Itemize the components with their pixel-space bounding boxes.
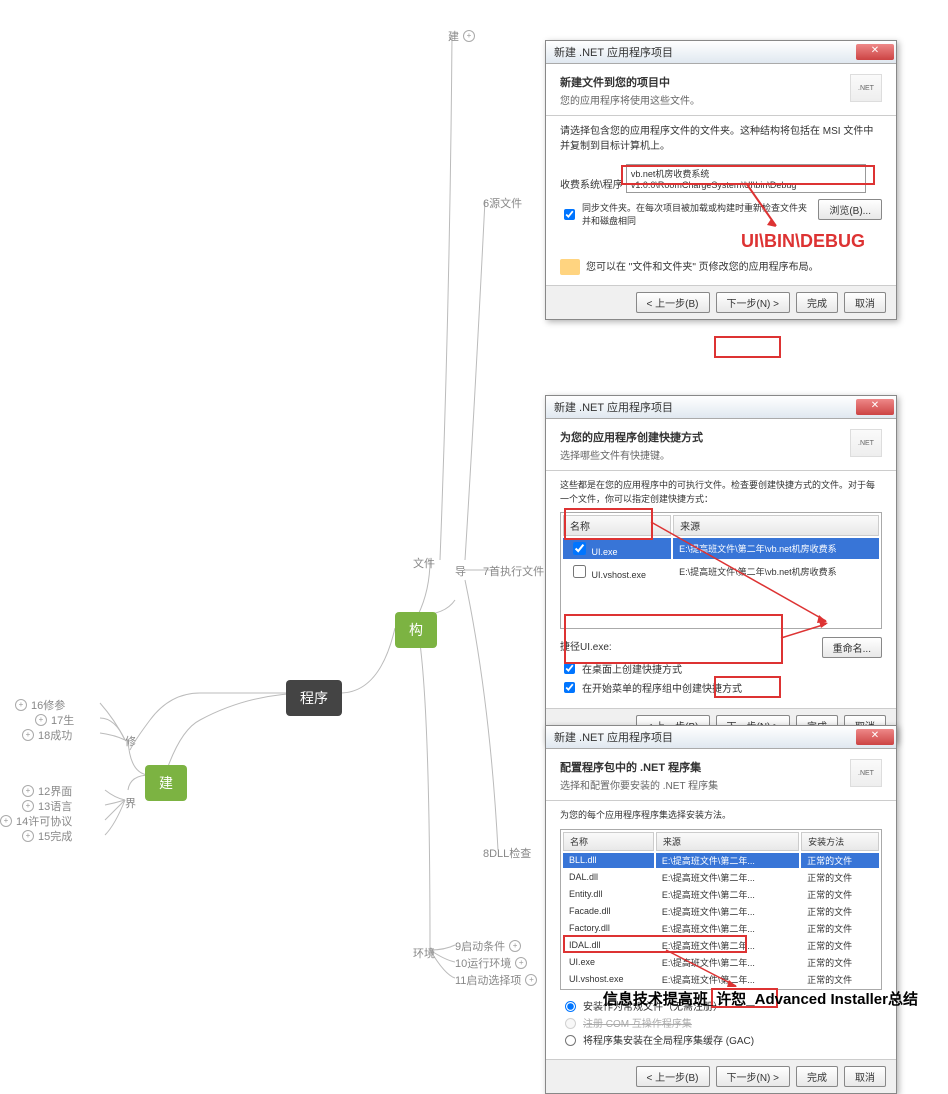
table-row[interactable]: UI.exeE:\提高班文件\第二年\vb.net机房收费系	[563, 538, 879, 559]
top-jian: 建	[448, 28, 459, 44]
n17: 17生	[51, 712, 74, 728]
dialog-3: 新建 .NET 应用程序项目✕ 配置程序包中的 .NET 程序集选择和配置你要安…	[545, 725, 897, 1094]
table-row[interactable]: UI.vshost.exeE:\提高班文件\第二年...正常的文件	[563, 972, 879, 987]
n11: 11启动选择项	[455, 972, 521, 988]
table-row[interactable]: DAL.dllE:\提高班文件\第二年...正常的文件	[563, 870, 879, 885]
opt-normal[interactable]	[565, 1001, 576, 1012]
table-row[interactable]: UI.vshost.exeE:\提高班文件\第二年\vb.net机房收费系	[563, 561, 879, 582]
cancel-button[interactable]: 取消	[844, 292, 886, 313]
n10: 10运行环境	[455, 955, 511, 971]
next-button[interactable]: 下一步(N) >	[716, 292, 791, 313]
gou-node[interactable]: 构	[395, 612, 437, 648]
browse-button[interactable]: 浏览(B)...	[818, 199, 882, 220]
close-icon[interactable]: ✕	[856, 399, 894, 415]
folder-icon	[560, 259, 580, 275]
desktop-shortcut[interactable]	[564, 663, 575, 674]
table-row[interactable]: UI.exeE:\提高班文件\第二年...正常的文件	[563, 955, 879, 970]
n9: 9启动条件	[455, 938, 505, 954]
root-node[interactable]: 程序	[286, 680, 342, 716]
n15: 15完成	[38, 828, 72, 844]
rename-button[interactable]: 重命名...	[822, 637, 882, 658]
wenjian: 文件	[413, 555, 435, 571]
back-button[interactable]: < 上一步(B)	[636, 292, 710, 313]
dialog-2: 新建 .NET 应用程序项目✕ 为您的应用程序创建快捷方式选择哪些文件有快捷键。…	[545, 395, 897, 743]
close-icon[interactable]: ✕	[856, 729, 894, 745]
table-row[interactable]: Facade.dllE:\提高班文件\第二年...正常的文件	[563, 904, 879, 919]
jie: 界	[125, 795, 136, 811]
dao: 导	[455, 563, 466, 579]
startmenu-shortcut[interactable]	[564, 682, 575, 693]
n14: 14许可协议	[16, 813, 72, 829]
n6: 6源文件	[483, 195, 522, 211]
xiu: 修	[125, 733, 136, 749]
table-row[interactable]: BLL.dllE:\提高班文件\第二年...正常的文件	[563, 853, 879, 868]
n16: 16修参	[31, 697, 65, 713]
footer-text: 信息技术提高班_许恕_Advanced Installer总结	[603, 988, 918, 1009]
dialog-1: 新建 .NET 应用程序项目✕ 新建文件到您的项目中您的应用程序将使用这些文件。…	[545, 40, 897, 320]
table-row[interactable]: Factory.dllE:\提高班文件\第二年...正常的文件	[563, 921, 879, 936]
net-icon: .NET	[850, 74, 882, 102]
sync-checkbox[interactable]	[564, 209, 575, 220]
table-row[interactable]: Entity.dllE:\提高班文件\第二年...正常的文件	[563, 887, 879, 902]
n7: 7首执行文件	[483, 563, 544, 579]
n18: 18成功	[38, 727, 72, 743]
huanjing: 环境	[413, 945, 435, 961]
close-icon[interactable]: ✕	[856, 44, 894, 60]
n12: 12界面	[38, 783, 72, 799]
dlg1-title: 新建 .NET 应用程序项目	[554, 44, 673, 60]
dll-table: 名称来源安装方法 BLL.dllE:\提高班文件\第二年...正常的文件DAL.…	[560, 829, 882, 990]
opt-gac[interactable]	[565, 1035, 576, 1046]
jian-node[interactable]: 建	[145, 765, 187, 801]
finish-button[interactable]: 完成	[796, 292, 838, 313]
n8: 8DLL检查	[483, 845, 531, 861]
n13: 13语言	[38, 798, 72, 814]
expand-icon[interactable]: +	[463, 30, 475, 42]
